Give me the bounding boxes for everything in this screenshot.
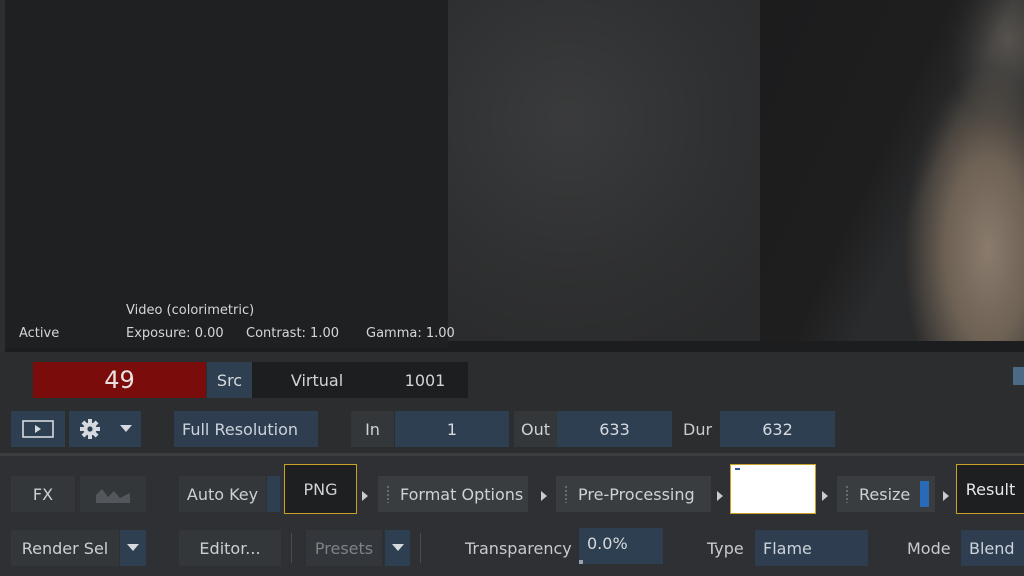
waveform-icon bbox=[96, 489, 130, 503]
in-label: In bbox=[351, 411, 394, 447]
viewer-status: Active bbox=[19, 326, 60, 341]
contrast-readout: Contrast: 1.00 bbox=[246, 326, 340, 341]
out-label: Out bbox=[514, 411, 557, 447]
scroll-handle[interactable] bbox=[1013, 367, 1024, 385]
gear-icon bbox=[79, 419, 100, 439]
thumbnail-node[interactable] bbox=[730, 464, 816, 514]
grip-icon bbox=[564, 485, 568, 503]
gamma-readout: Gamma: 1.00 bbox=[366, 326, 455, 341]
arrow-right-icon bbox=[943, 491, 949, 501]
exposure-readout: Exposure: 0.00 bbox=[126, 326, 224, 341]
format-options-label: Format Options bbox=[400, 484, 524, 504]
in-field[interactable]: 1 bbox=[395, 411, 509, 447]
result-node[interactable]: Result bbox=[956, 464, 1024, 514]
current-frame-field[interactable]: 49 bbox=[33, 362, 206, 398]
resize-label: Resize bbox=[859, 484, 911, 504]
virtual-label: Virtual bbox=[252, 362, 382, 398]
chevron-down-icon bbox=[391, 544, 404, 551]
type-dropdown[interactable]: Flame bbox=[755, 530, 868, 566]
viewer-toggle-button[interactable] bbox=[11, 411, 65, 447]
resolution-dropdown[interactable]: Full Resolution bbox=[174, 411, 318, 447]
waveform-button[interactable] bbox=[80, 476, 146, 512]
arrow-right-icon bbox=[717, 491, 723, 501]
auto-key-indicator bbox=[267, 476, 280, 512]
render-sel-button[interactable]: Render Sel bbox=[11, 530, 119, 566]
pre-processing-label: Pre-Processing bbox=[578, 484, 695, 504]
mode-label: Mode bbox=[907, 538, 951, 558]
transparency-slider-handle[interactable] bbox=[579, 560, 583, 564]
render-sel-dropdown[interactable] bbox=[120, 530, 146, 566]
transparency-label: Transparency bbox=[465, 538, 572, 558]
separator bbox=[420, 533, 421, 563]
arrow-right-icon bbox=[541, 491, 547, 501]
presets-dropdown[interactable] bbox=[385, 530, 410, 566]
viewer[interactable]: Active Video (colorimetric) Exposure: 0.… bbox=[0, 0, 1024, 352]
viewer-empty-area bbox=[5, 0, 448, 348]
mode-dropdown[interactable]: Blend bbox=[961, 530, 1024, 566]
format-options-node[interactable]: Format Options bbox=[378, 476, 528, 512]
dur-field[interactable]: 632 bbox=[720, 411, 835, 447]
separator bbox=[291, 533, 292, 563]
chevron-down-icon bbox=[127, 544, 139, 551]
resize-node[interactable]: Resize bbox=[837, 476, 935, 512]
out-field[interactable]: 633 bbox=[557, 411, 672, 447]
viewer-icon bbox=[22, 420, 54, 438]
auto-key-button[interactable]: Auto Key bbox=[179, 476, 266, 512]
fx-button[interactable]: FX bbox=[11, 476, 75, 512]
viewer-image-shadow bbox=[760, 0, 1024, 341]
arrow-right-icon bbox=[822, 491, 828, 501]
thumbnail-marker bbox=[735, 468, 740, 470]
grip-icon bbox=[386, 485, 390, 503]
virtual-frame-field[interactable]: 1001 bbox=[382, 362, 468, 398]
viewer-mode: Video (colorimetric) bbox=[126, 303, 255, 318]
resize-toggle[interactable] bbox=[920, 481, 930, 507]
src-button[interactable]: Src bbox=[207, 362, 252, 398]
pre-processing-node[interactable]: Pre-Processing bbox=[556, 476, 711, 512]
presets-button[interactable]: Presets bbox=[306, 530, 382, 566]
grip-icon bbox=[845, 485, 849, 503]
dur-label: Dur bbox=[683, 419, 713, 439]
type-label: Type bbox=[707, 538, 744, 558]
png-node[interactable]: PNG bbox=[284, 464, 357, 514]
arrow-right-icon bbox=[362, 491, 368, 501]
chevron-down-icon bbox=[119, 425, 132, 432]
transparency-field[interactable]: 0.0% bbox=[579, 528, 663, 564]
editor-button[interactable]: Editor... bbox=[179, 530, 281, 566]
settings-menu-button[interactable] bbox=[69, 411, 141, 447]
